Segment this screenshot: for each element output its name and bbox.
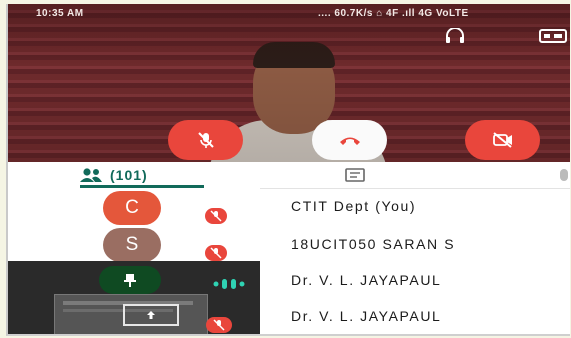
mic-off-icon	[197, 132, 214, 148]
headphones-icon[interactable]	[444, 28, 466, 44]
app-window: 10:35 AM .... 60.7K/s ⌂ 4F .ıll 4G VoLTE	[6, 4, 570, 336]
participant-count: (101)	[110, 167, 148, 183]
video-feed[interactable]: 10:35 AM .... 60.7K/s ⌂ 4F .ıll 4G VoLTE	[8, 4, 570, 162]
tab-chat[interactable]	[344, 162, 366, 188]
status-bar: 10:35 AM .... 60.7K/s ⌂ 4F .ıll 4G VoLTE	[8, 4, 570, 24]
present-screen-button[interactable]	[123, 304, 179, 326]
captions-icon[interactable]	[538, 28, 568, 44]
participant-name[interactable]: 18UCIT050 SARAN S	[291, 236, 455, 252]
mic-off-icon	[210, 210, 222, 222]
pin-icon	[124, 274, 136, 287]
participant-name[interactable]: CTIT Dept (You)	[291, 198, 416, 214]
hang-up-icon	[339, 137, 360, 145]
screen-share-tile[interactable]	[8, 261, 260, 334]
end-call-button[interactable]	[312, 120, 387, 160]
pinned-participant[interactable]	[99, 266, 161, 294]
muted-badge	[206, 317, 232, 333]
camera-off-icon	[492, 132, 512, 148]
muted-badge	[205, 245, 227, 261]
speaking-icon	[213, 279, 245, 289]
avatar: S	[103, 228, 161, 262]
participant-name[interactable]: Dr. V. L. JAYAPAUL	[291, 308, 441, 324]
mic-off-icon	[213, 319, 225, 331]
status-time: 10:35 AM	[36, 8, 84, 19]
mute-button[interactable]	[168, 120, 243, 160]
tab-bar: (101)	[8, 162, 570, 189]
avatar: C	[103, 191, 161, 225]
mic-off-icon	[210, 247, 222, 259]
chat-icon	[345, 168, 365, 182]
muted-badge	[205, 208, 227, 224]
tab-more[interactable]	[560, 169, 568, 181]
people-icon	[80, 168, 102, 182]
participant-tiles: C S	[8, 188, 260, 334]
present-icon	[147, 311, 155, 319]
participant-name[interactable]: Dr. V. L. JAYAPAUL	[291, 272, 441, 288]
status-network: .... 60.7K/s ⌂ 4F .ıll 4G VoLTE	[318, 8, 469, 19]
camera-toggle-button[interactable]	[465, 120, 540, 160]
